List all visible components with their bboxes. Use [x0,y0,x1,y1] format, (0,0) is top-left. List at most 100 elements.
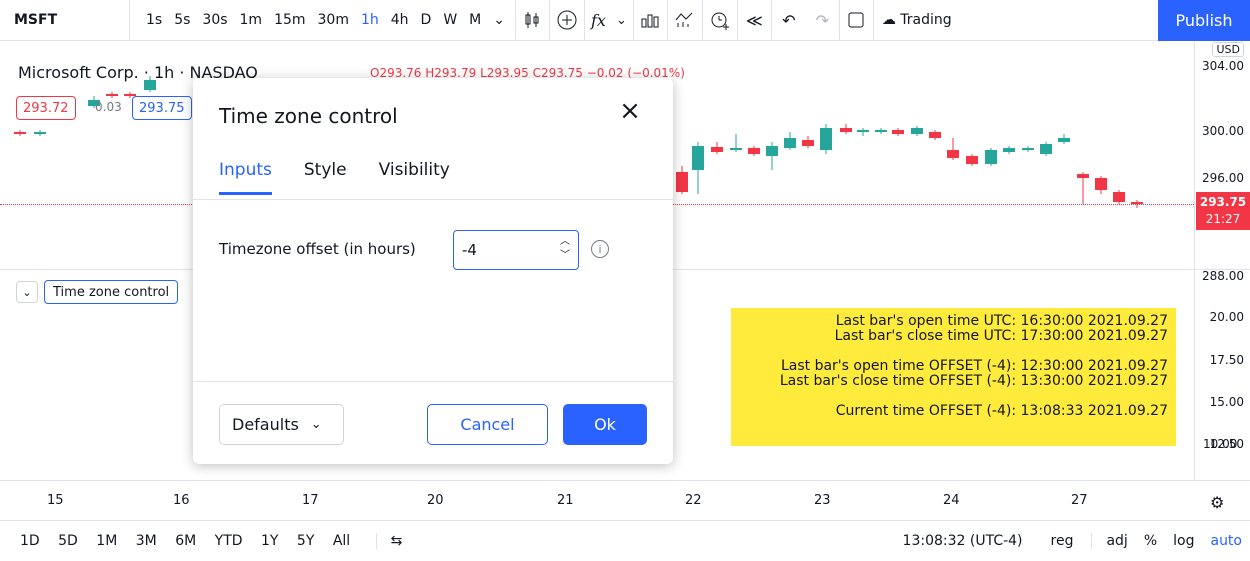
interval-w[interactable]: W [437,12,463,28]
tab-visibility[interactable]: Visibility [379,160,450,195]
candle-body [1095,178,1107,190]
cancel-button[interactable]: Cancel [427,404,548,445]
range-5d[interactable]: 5D [51,533,85,549]
chevron-up-icon[interactable]: ︿ [560,235,570,249]
clock-timezone[interactable]: 13:08:32 (UTC-4) [895,533,1031,549]
tab-style[interactable]: Style [304,160,347,195]
bottom-toolbar: 1D 5D 1M 3M 6M YTD 1Y 5Y All ⇆ 13:08:32 … [0,520,1250,560]
price-tick: 288.00 [1202,269,1244,283]
candle-body [766,146,778,156]
interval-5s[interactable]: 5s [168,12,196,28]
templates-icon[interactable] [634,0,668,41]
candle-body [911,128,923,134]
interval-1h[interactable]: 1h [355,12,385,28]
log-toggle[interactable]: log [1165,533,1202,549]
candle-body [106,94,118,96]
time-tick: 16 [173,493,190,508]
fullscreen-icon[interactable] [840,0,874,41]
adjust-toggle[interactable]: adj [1091,533,1135,549]
interval-15m[interactable]: 15m [268,12,311,28]
interval-30s[interactable]: 30s [196,12,233,28]
sell-price-badge[interactable]: 293.72 [16,96,76,120]
price-scale[interactable]: USD 304.00 300.00 296.00 288.00 20.00 17… [1194,42,1250,480]
session-reg[interactable]: reg [1043,533,1082,549]
indicator-name[interactable]: Time zone control [44,280,179,304]
indicator-legend: ⌄ Time zone control [16,280,179,304]
buy-price-badge[interactable]: 293.75 [132,96,192,120]
goto-date-icon[interactable]: ⇆ [375,532,410,549]
indicator-tick: 20.00 [1209,310,1244,324]
range-6m[interactable]: 6M [168,533,203,549]
candle-body [985,150,997,164]
candle-body [748,148,760,154]
range-1d[interactable]: 1D [13,533,47,549]
range-ytd[interactable]: YTD [208,533,250,549]
alarm-clock-icon[interactable] [703,0,738,41]
chevron-down-icon[interactable]: ⌄ [487,12,511,28]
info-line: Last bar's close time OFFSET (-4): 13:30… [779,373,1168,389]
chevron-down-icon[interactable]: ﹀ [560,249,570,263]
candle-body [730,148,742,150]
candle-body [1040,144,1052,154]
time-tick: 15 [47,493,64,508]
number-stepper[interactable]: ︿ ﹀ [560,235,570,263]
cloud-icon: ☁ [881,12,901,28]
range-all[interactable]: All [326,533,357,549]
interval-30m[interactable]: 30m [312,12,355,28]
bar-countdown: 21:27 [1205,212,1241,226]
range-5y[interactable]: 5Y [290,533,321,549]
candle-body [1077,174,1089,178]
ok-button[interactable]: Ok [563,404,647,445]
spread-value: 0.03 [95,100,122,114]
alert-icon[interactable] [668,0,703,41]
settings-gear-icon[interactable]: ⚙ [1210,493,1224,512]
range-3m[interactable]: 3M [129,533,164,549]
collapse-chevron-icon[interactable]: ⌄ [16,281,38,303]
candles-icon[interactable] [516,0,550,41]
timezone-offset-input[interactable]: -4 ︿ ﹀ [453,230,579,270]
tab-inputs[interactable]: Inputs [219,160,272,195]
percent-toggle[interactable]: % [1136,533,1165,549]
candle-body [1058,138,1070,142]
timezone-offset-value: -4 [462,241,477,259]
dialog-tabs: Inputs Style Visibility [219,160,482,195]
publish-button[interactable]: Publish [1158,0,1250,41]
range-1m[interactable]: 1M [89,533,124,549]
price-tick: 304.00 [1202,59,1244,73]
currency-selector[interactable]: USD [1212,42,1244,57]
time-tick: 20 [427,493,444,508]
interval-selector: 1s 5s 30s 1m 15m 30m 1h 4h D W M ⌄ [130,0,516,41]
info-line: Last bar's open time OFFSET (-4): 12:30:… [780,358,1168,374]
info-icon[interactable]: i [591,240,609,258]
trading-button[interactable]: ☁ Trading [874,0,960,41]
indicator-settings-dialog: Time zone control × Inputs Style Visibil… [193,78,673,464]
close-icon[interactable]: × [617,98,643,124]
info-line [731,389,1168,404]
current-price-label: 293.75 21:27 [1196,192,1250,230]
interval-1m[interactable]: 1m [234,12,269,28]
info-line: Last bar's close time UTC: 17:30:00 2021… [834,328,1168,344]
symbol-search[interactable]: MSFT [0,0,130,41]
compare-add-icon[interactable] [550,0,585,41]
time-axis[interactable]: 15 16 17 20 21 22 23 24 27 ⚙ [0,480,1250,520]
chevron-down-icon: ⌄ [310,417,322,432]
undo-icon[interactable]: ↶ [772,0,806,41]
price-tick: 296.00 [1202,171,1244,185]
interval-4h[interactable]: 4h [385,12,415,28]
auto-toggle[interactable]: auto [1202,533,1250,549]
redo-icon[interactable]: ↷ [806,0,840,41]
range-1y[interactable]: 1Y [254,533,285,549]
candle-body [820,128,832,150]
info-line: Last bar's open time UTC: 16:30:00 2021.… [835,313,1168,329]
interval-m[interactable]: M [463,12,487,28]
time-tick: 24 [943,493,960,508]
indicators-fx-icon[interactable]: fx ⌄ [585,0,634,41]
info-line [731,344,1168,359]
interval-1s[interactable]: 1s [140,12,168,28]
replay-icon[interactable]: ≪ [738,0,772,41]
defaults-label: Defaults [232,415,299,434]
candle-body [857,130,869,132]
divider [193,199,673,200]
interval-d[interactable]: D [415,12,438,28]
defaults-dropdown[interactable]: Defaults ⌄ [219,404,344,445]
